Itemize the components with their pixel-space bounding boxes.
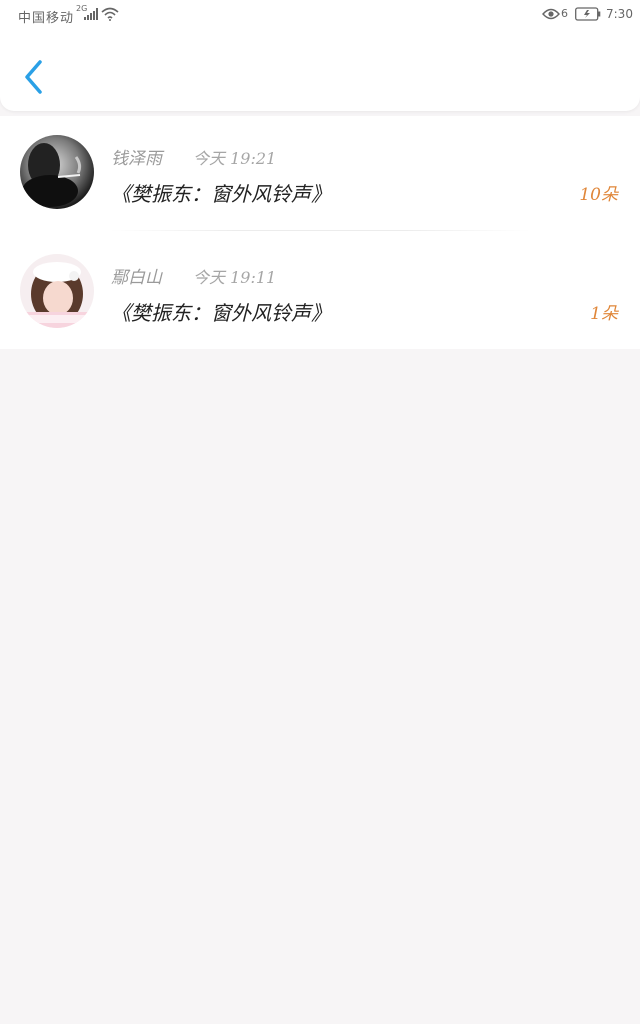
carrier-name: 中国移动: [18, 11, 75, 26]
message-title: 《樊振东：窗外风铃声》: [111, 301, 331, 325]
divider: [110, 230, 530, 231]
battery-icon: [575, 7, 601, 21]
avatar: [20, 135, 94, 209]
message-time: 今天 19:11: [193, 268, 277, 287]
clock: 7:30: [606, 7, 633, 21]
eye-icon: [542, 8, 560, 20]
list-item[interactable]: 钱泽雨 今天 19:21 《樊振东：窗外风铃声》 10朵: [0, 116, 640, 234]
battery-percent: 6: [561, 7, 568, 20]
flower-count: 1朵: [590, 304, 618, 324]
chevron-left-icon: [25, 60, 42, 94]
status-bar: 中国移动 2G 6 7:30: [0, 0, 640, 30]
message-list: 钱泽雨 今天 19:21 《樊振东：窗外风铃声》 10朵 鄢白山 今天 19:1…: [0, 116, 640, 349]
avatar: [20, 254, 94, 328]
message-time: 今天 19:21: [193, 149, 277, 168]
signal-icon: [84, 8, 98, 20]
flower-count: 10朵: [579, 185, 618, 205]
wifi-icon: [101, 7, 119, 21]
top-bar: 中国移动 2G 6 7:30: [0, 0, 640, 111]
message-title: 《樊振东：窗外风铃声》: [111, 182, 331, 206]
back-button[interactable]: [18, 56, 50, 98]
sender-name: 钱泽雨: [111, 149, 162, 169]
list-item[interactable]: 鄢白山 今天 19:11 《樊振东：窗外风铃声》 1朵: [0, 235, 640, 353]
sender-name: 鄢白山: [111, 268, 162, 288]
